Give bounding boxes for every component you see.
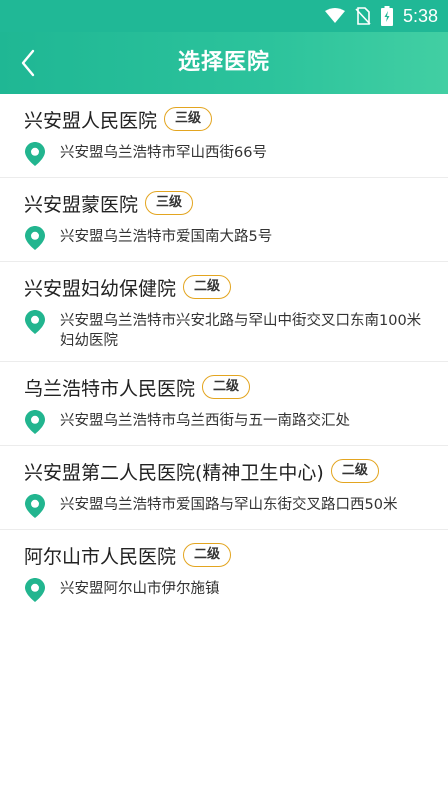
hospital-address: 兴安盟乌兰浩特市爱国路与罕山东街交叉路口西50米: [60, 497, 398, 513]
hospital-name: 兴安盟人民医院: [24, 109, 158, 132]
clock: 5:38: [402, 5, 438, 26]
location-pin-icon: [25, 578, 45, 602]
hospital-item[interactable]: 阿尔山市人民医院 二级 兴安盟阿尔山市伊尔施镇: [0, 530, 448, 613]
page-title: 选择医院: [177, 50, 270, 75]
level-badge: 三级: [164, 107, 213, 131]
level-badge: 二级: [202, 375, 251, 399]
level-badge: 三级: [145, 191, 194, 215]
hospital-name: 兴安盟蒙医院: [24, 193, 139, 216]
hospital-address: 兴安盟乌兰浩特市兴安北路与罕山中街交叉口东南100米妇幼医院: [60, 313, 422, 349]
location-pin-icon: [25, 410, 45, 434]
level-badge: 二级: [330, 459, 379, 483]
hospital-address: 兴安盟乌兰浩特市罕山西街66号: [60, 145, 267, 161]
hospital-item[interactable]: 兴安盟人民医院 三级 兴安盟乌兰浩特市罕山西街66号: [0, 94, 448, 178]
hospital-address: 兴安盟阿尔山市伊尔施镇: [60, 581, 220, 597]
hospital-name: 兴安盟第二人民医院(精神卫生中心): [24, 461, 324, 484]
hospital-item[interactable]: 兴安盟蒙医院 三级 兴安盟乌兰浩特市爱国南大路5号: [0, 178, 448, 262]
hospital-name: 阿尔山市人民医院: [24, 545, 177, 568]
location-pin-icon: [25, 142, 45, 166]
hospital-item[interactable]: 兴安盟第二人民医院(精神卫生中心) 二级 兴安盟乌兰浩特市爱国路与罕山东街交叉路…: [0, 446, 448, 530]
location-pin-icon: [25, 226, 45, 250]
no-sim-icon: [355, 7, 371, 25]
level-badge: 二级: [183, 275, 232, 299]
hospital-address: 兴安盟乌兰浩特市乌兰西街与五一南路交汇处: [60, 413, 350, 429]
hospital-item[interactable]: 乌兰浩特市人民医院 二级 兴安盟乌兰浩特市乌兰西街与五一南路交汇处: [0, 362, 448, 446]
hospital-list: 兴安盟人民医院 三级 兴安盟乌兰浩特市罕山西街66号 兴安盟蒙医院 三级 兴安盟…: [0, 94, 448, 613]
status-bar: 5:38: [0, 0, 448, 32]
hospital-name: 兴安盟妇幼保健院: [24, 277, 177, 300]
battery-charging-icon: [380, 6, 393, 26]
level-badge: 二级: [183, 543, 232, 567]
hospital-name: 乌兰浩特市人民医院: [24, 377, 196, 400]
wifi-icon: [324, 8, 345, 24]
location-pin-icon: [25, 310, 45, 334]
location-pin-icon: [25, 494, 45, 518]
hospital-item[interactable]: 兴安盟妇幼保健院 二级 兴安盟乌兰浩特市兴安北路与罕山中街交叉口东南100米妇幼…: [0, 262, 448, 362]
header-bar: 选择医院: [0, 32, 448, 94]
hospital-address: 兴安盟乌兰浩特市爱国南大路5号: [60, 229, 273, 245]
